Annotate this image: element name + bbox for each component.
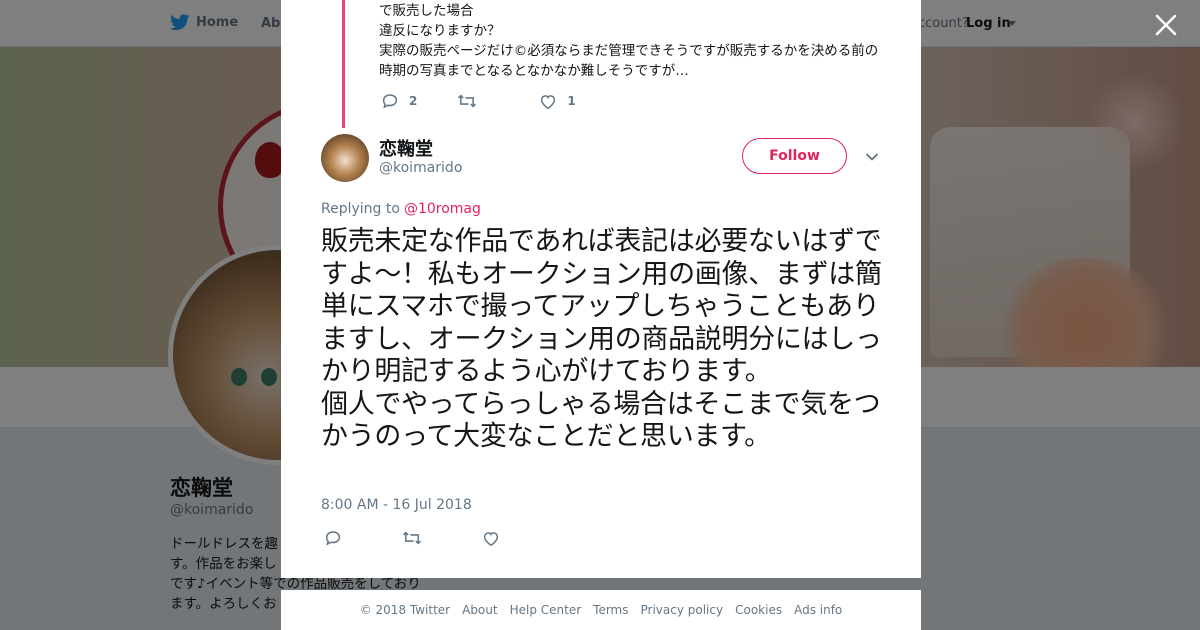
author-name[interactable]: 恋鞠堂 [379,135,433,161]
footer-terms-link[interactable]: Terms [593,603,628,617]
footer-privacy-link[interactable]: Privacy policy [641,603,724,617]
like-count: 1 [567,94,576,108]
reply-count: 2 [409,94,418,108]
reply-button[interactable] [324,529,342,547]
mention-link[interactable]: @10romag [404,201,481,217]
retweet-button[interactable] [457,92,477,110]
follow-button[interactable]: Follow [742,138,847,174]
tweet-timestamp[interactable]: 8:00 AM - 16 Jul 2018 [321,497,472,513]
footer-cookies-link[interactable]: Cookies [735,603,782,617]
previous-tweet-actions: 2 1 [381,92,576,110]
retweet-icon [402,531,422,545]
tweet-modal: で販売した場合 違反になりますか？ 実際の販売ページだけ©必須ならまだ管理できそ… [281,0,921,578]
like-button[interactable] [482,530,500,547]
replying-label: Replying to [321,201,400,217]
reply-button[interactable]: 2 [381,92,417,110]
thread-line [342,0,345,128]
retweet-icon [458,94,477,108]
previous-tweet-text: で販売した場合 違反になりますか？ 実際の販売ページだけ©必須ならまだ管理できそ… [379,3,879,79]
tweet-actions [324,529,560,547]
replying-to: Replying to @10romag [321,201,481,217]
like-button[interactable]: 1 [539,93,576,110]
author-handle[interactable]: @koimarido [379,160,462,176]
reply-icon [382,94,398,109]
retweet-button[interactable] [402,529,422,547]
footer-help-link[interactable]: Help Center [510,603,582,617]
footer-copyright: © 2018 Twitter [359,603,451,617]
like-icon [541,94,556,109]
footer-ads-link[interactable]: Ads info [794,603,842,617]
like-icon [483,531,499,546]
chevron-down-icon[interactable] [865,150,879,164]
tweet-text: 販売未定な作品であれば表記は必要ないはずですよ〜！私もオークション用の画像、まず… [321,226,882,452]
modal-footer: © 2018 Twitter About Help Center Terms P… [281,590,921,630]
close-icon[interactable] [1153,12,1179,38]
footer-about-link[interactable]: About [462,603,497,617]
author-avatar[interactable] [321,134,369,182]
reply-icon [325,531,341,546]
